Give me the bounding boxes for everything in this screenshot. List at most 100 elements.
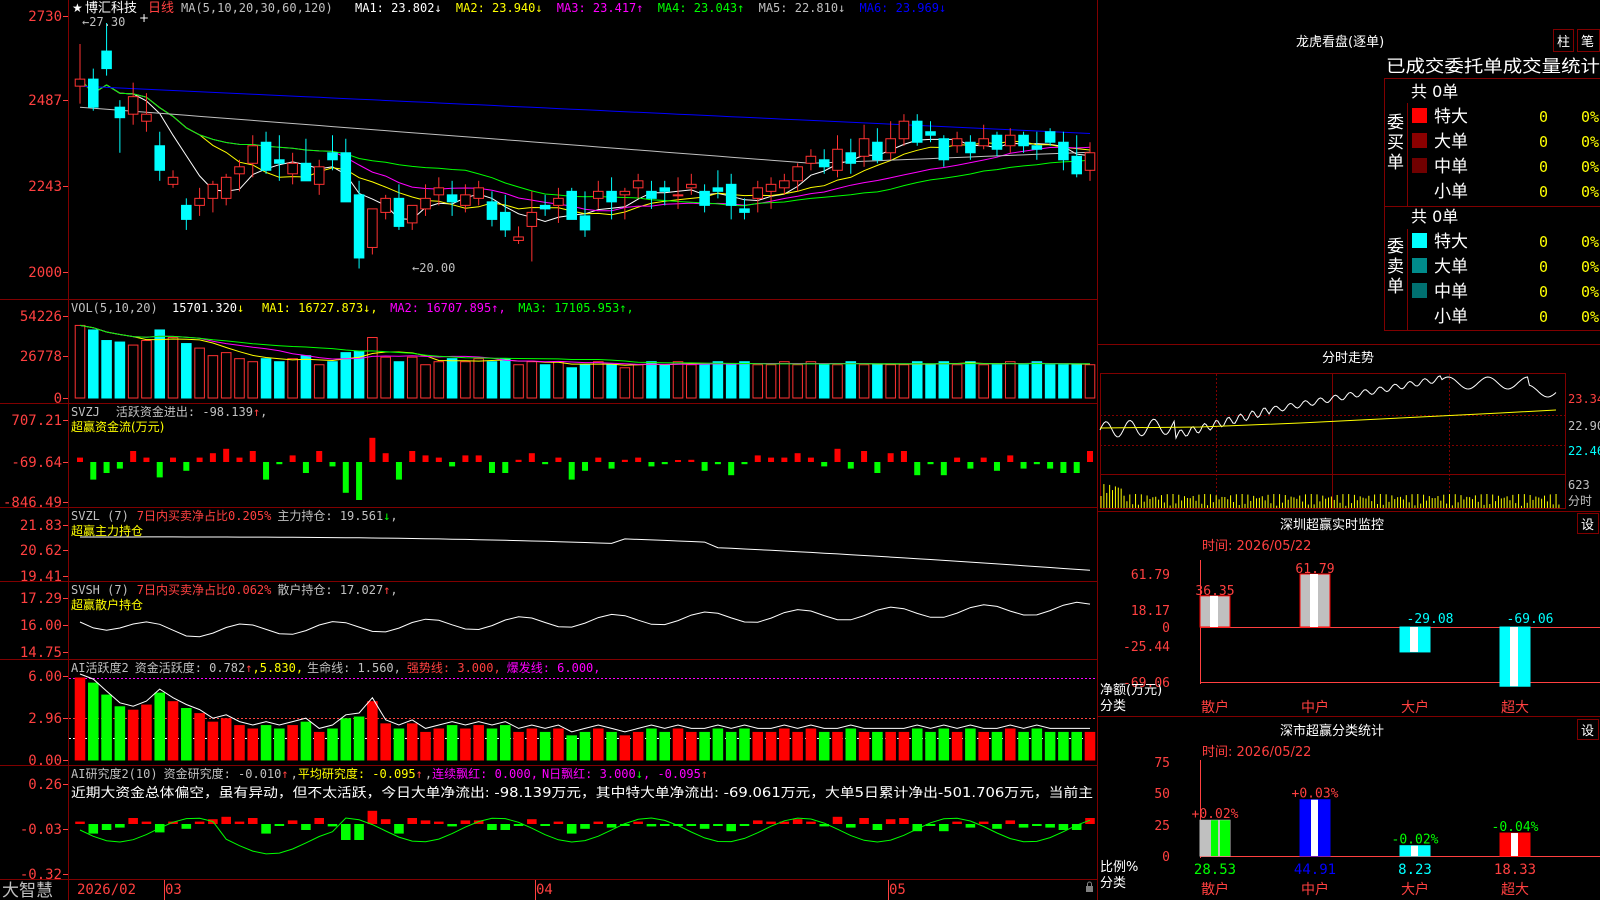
- ai1-bar[interactable]: [632, 731, 644, 761]
- svzj-panel[interactable]: 707.21 -69.64 -846.49 SVZJ 活跃资金进出: -98.139↑…: [3, 404, 1093, 511]
- svzj-bar[interactable]: [675, 460, 682, 462]
- ai2-bar[interactable]: [965, 824, 976, 828]
- svzj-bar[interactable]: [608, 462, 615, 469]
- ai1-bar[interactable]: [367, 701, 378, 761]
- intraday-panel[interactable]: 分时走势 23.34 22.90 22.46 623 分时: [1099, 350, 1600, 509]
- ai1-bar[interactable]: [513, 731, 524, 761]
- svzj-bar[interactable]: [488, 462, 495, 473]
- candle[interactable]: [1018, 131, 1029, 153]
- ai2-bar[interactable]: [1058, 824, 1069, 830]
- ai2-bar[interactable]: [1005, 820, 1016, 824]
- sz-monitor-panel[interactable]: 深圳超赢实时监控 设 时间: 2026/05/22 61.79 18.17 0 -25…: [1100, 513, 1600, 717]
- ai2-bar[interactable]: [992, 824, 1002, 829]
- ai2-bar[interactable]: [394, 824, 404, 834]
- ai2-bar[interactable]: [806, 821, 816, 824]
- svzj-bar[interactable]: [183, 462, 190, 471]
- candle[interactable]: [88, 68, 99, 111]
- volume-bar[interactable]: [154, 329, 166, 399]
- svzj-bar[interactable]: [967, 462, 974, 469]
- candle[interactable]: [632, 173, 644, 199]
- svzj-bar[interactable]: [1060, 462, 1067, 473]
- ai2-bar[interactable]: [859, 818, 869, 824]
- svzj-bar[interactable]: [90, 462, 97, 480]
- volume-bar[interactable]: [88, 329, 99, 399]
- ai1-bar[interactable]: [274, 728, 285, 761]
- ai1-bar[interactable]: [167, 701, 179, 761]
- volume-bar[interactable]: [513, 364, 524, 399]
- volume-bar[interactable]: [818, 364, 830, 399]
- candle[interactable]: [406, 204, 418, 230]
- svzj-bar[interactable]: [914, 462, 921, 476]
- svzj-bar[interactable]: [648, 462, 655, 467]
- svzj-bar[interactable]: [422, 455, 429, 462]
- ai1-bar[interactable]: [141, 704, 152, 761]
- candle[interactable]: [287, 152, 298, 185]
- svzj-bar[interactable]: [502, 462, 509, 473]
- svzj-bar[interactable]: [462, 455, 469, 462]
- volume-bar[interactable]: [127, 344, 139, 399]
- ai1-bar[interactable]: [194, 713, 205, 761]
- ai2-bar[interactable]: [407, 818, 418, 824]
- candle[interactable]: [739, 198, 750, 220]
- candle[interactable]: [1084, 142, 1096, 181]
- volume-bar[interactable]: [300, 355, 312, 399]
- candle[interactable]: [858, 124, 870, 167]
- ai2-bar[interactable]: [566, 824, 577, 834]
- candle[interactable]: [353, 180, 365, 269]
- svsh-panel[interactable]: 17.29 16.00 14.75 SVSH (7) 7日内买卖净占比0.062% 散户…: [20, 582, 1091, 661]
- ai1-bar[interactable]: [460, 728, 471, 761]
- svzj-bar[interactable]: [1047, 462, 1054, 469]
- ai1-bar[interactable]: [181, 708, 192, 761]
- ai1-bar[interactable]: [380, 723, 391, 761]
- candle[interactable]: [300, 138, 312, 182]
- ai2-bar[interactable]: [752, 820, 763, 824]
- svzj-bar[interactable]: [781, 457, 788, 462]
- volume-bar[interactable]: [659, 364, 671, 399]
- volume-bar[interactable]: [553, 361, 564, 399]
- volume-bar[interactable]: [101, 340, 112, 399]
- svzj-bar[interactable]: [528, 453, 535, 462]
- ai1-bar[interactable]: [566, 735, 577, 761]
- ai2-bar[interactable]: [141, 821, 152, 824]
- ai1-bar[interactable]: [872, 731, 883, 761]
- ai1-bar[interactable]: [446, 725, 458, 761]
- candle[interactable]: [486, 191, 498, 227]
- svzj-bar[interactable]: [741, 462, 748, 465]
- candle[interactable]: [845, 138, 857, 174]
- volume-bar[interactable]: [951, 364, 963, 399]
- ai2-bar[interactable]: [274, 824, 285, 826]
- candle[interactable]: [686, 173, 697, 195]
- candle[interactable]: [154, 131, 166, 181]
- volume-bar[interactable]: [220, 352, 232, 399]
- ai2-bar[interactable]: [301, 824, 311, 830]
- ai1-bar[interactable]: [885, 731, 896, 761]
- candle[interactable]: [380, 194, 391, 220]
- volume-bar[interactable]: [1084, 364, 1096, 399]
- ai1-bar[interactable]: [553, 728, 564, 761]
- ai1-bar[interactable]: [752, 731, 764, 761]
- svzj-bar[interactable]: [900, 451, 907, 462]
- volume-bar[interactable]: [898, 364, 910, 399]
- candle[interactable]: [619, 187, 631, 220]
- ai1-bar[interactable]: [260, 725, 272, 761]
- ai1-bar[interactable]: [805, 728, 817, 761]
- svzj-bar[interactable]: [1033, 462, 1040, 465]
- ai1-bar[interactable]: [234, 725, 245, 761]
- candle[interactable]: [938, 135, 950, 167]
- volume-bar[interactable]: [978, 364, 989, 399]
- svzj-bar[interactable]: [316, 451, 323, 462]
- ai1-bar[interactable]: [327, 728, 338, 761]
- svzj-bar[interactable]: [568, 462, 575, 480]
- volume-bar[interactable]: [779, 361, 790, 399]
- svzj-bar[interactable]: [409, 451, 416, 462]
- ai1-bar[interactable]: [951, 731, 963, 761]
- volume-bar[interactable]: [526, 361, 538, 399]
- candle[interactable]: [725, 173, 737, 220]
- ai2-bar[interactable]: [726, 824, 736, 832]
- candle[interactable]: [898, 114, 910, 146]
- ai2-bar[interactable]: [327, 824, 338, 827]
- ai2-bars[interactable]: [75, 810, 1095, 855]
- sz-class-panel[interactable]: 深市超赢分类统计 设 时间: 2026/05/22 75 50 25 0 +0.02% 2…: [1100, 719, 1600, 899]
- ai2-bar[interactable]: [115, 824, 125, 828]
- svzj-bar[interactable]: [289, 455, 296, 462]
